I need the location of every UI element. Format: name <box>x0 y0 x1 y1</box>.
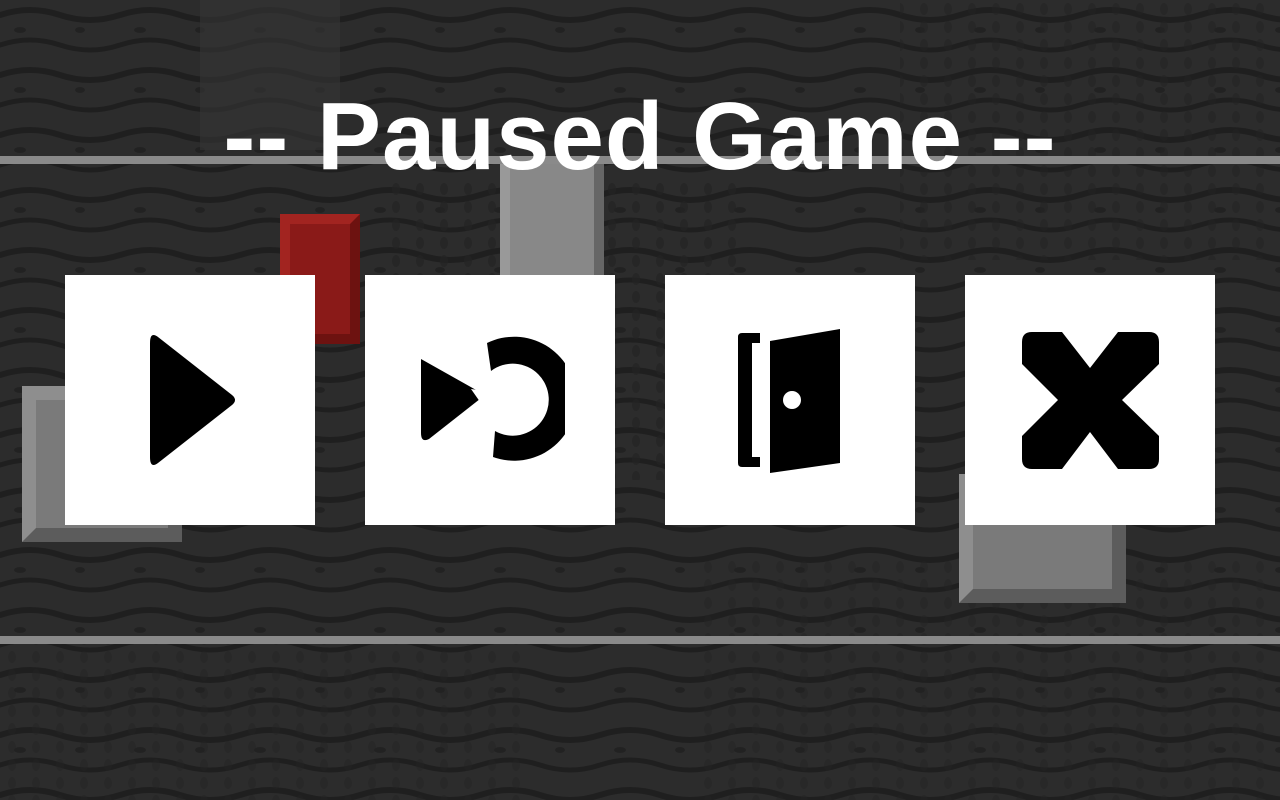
close-icon <box>1021 331 1159 469</box>
exit-door-icon <box>738 329 840 473</box>
restart-icon <box>421 336 565 461</box>
restart-button[interactable] <box>365 275 615 525</box>
resume-button[interactable] <box>65 275 315 525</box>
pause-title: -- Paused Game -- <box>223 83 1057 190</box>
play-icon <box>150 335 235 465</box>
quit-button[interactable] <box>965 275 1215 525</box>
exit-button[interactable] <box>665 275 915 525</box>
game-stage: -- Paused Game -- <box>0 0 1280 800</box>
rail-bottom <box>0 636 1280 644</box>
